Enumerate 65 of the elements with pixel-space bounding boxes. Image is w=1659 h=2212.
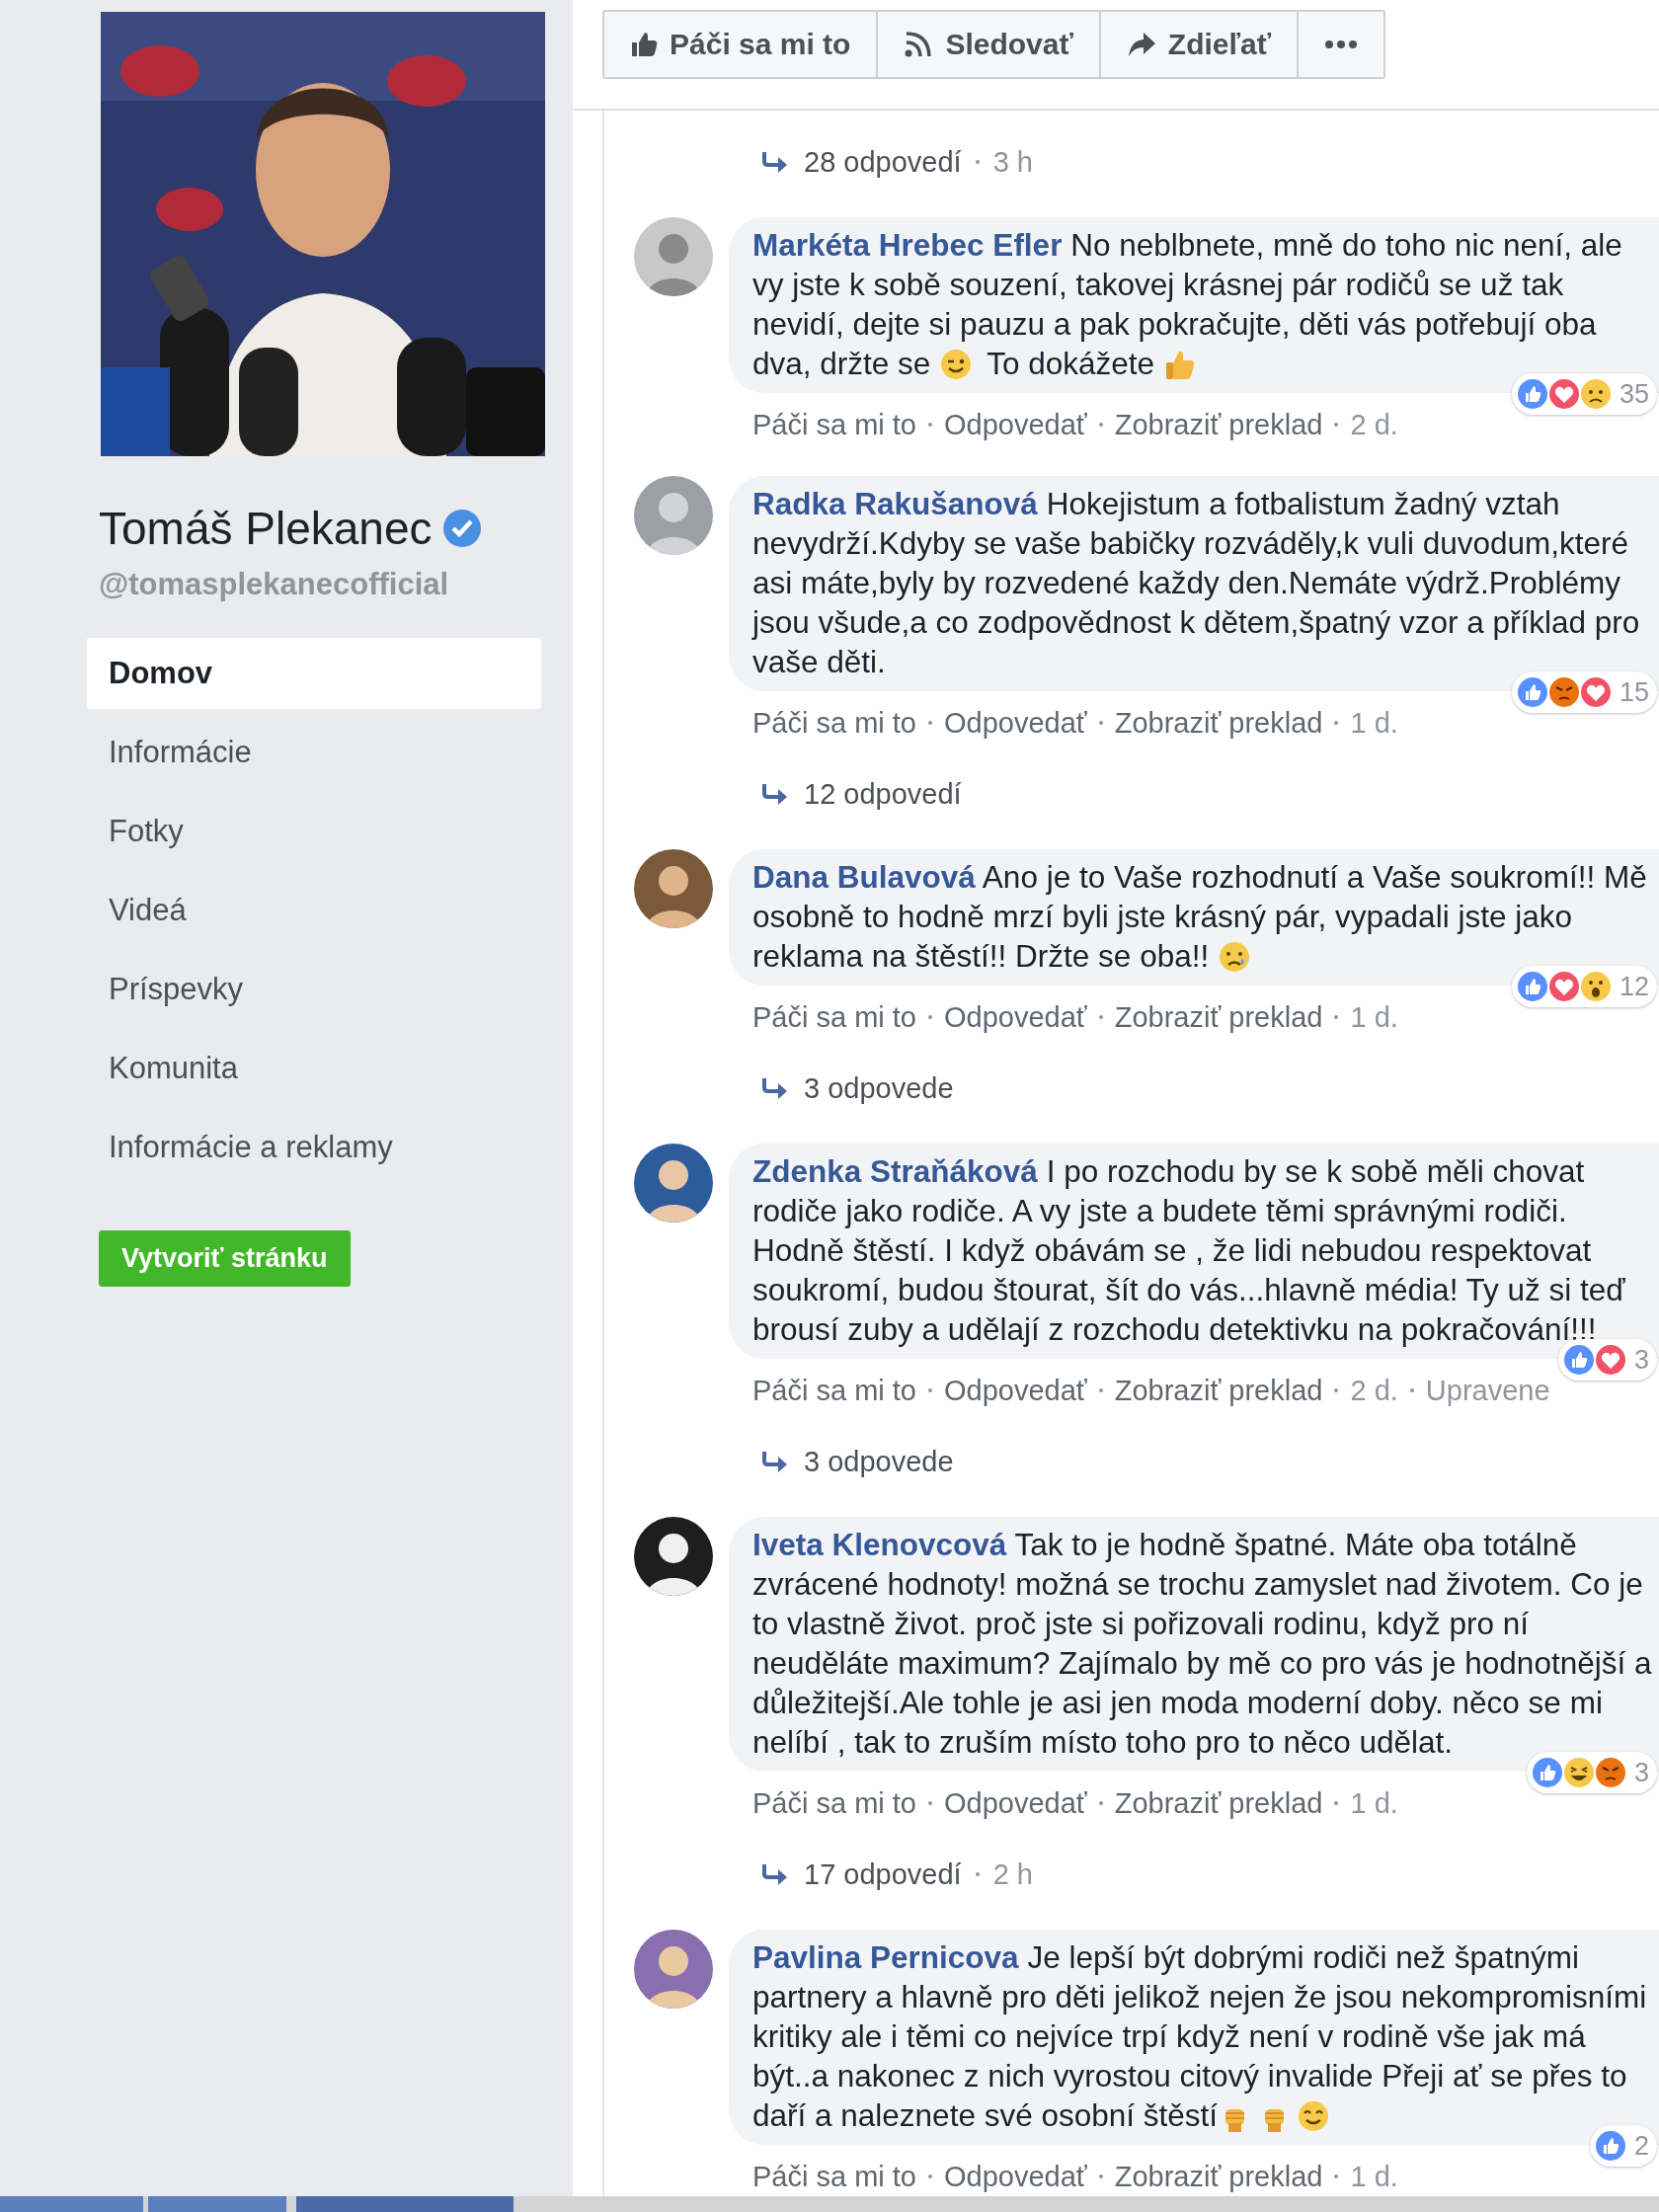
comment-time: 2 d. <box>1350 1375 1398 1406</box>
comment-time: 1 d. <box>1350 707 1398 739</box>
crying-face-icon <box>1217 940 1251 974</box>
author-link[interactable]: Zdenka Straňáková <box>752 1153 1038 1189</box>
translate-link[interactable]: Zobraziť preklad <box>1114 1787 1323 1819</box>
rss-icon <box>904 31 934 58</box>
replies-link[interactable]: 17 odpovedí <box>804 1857 962 1891</box>
edited-label: Upravene <box>1425 1375 1550 1406</box>
author-link[interactable]: Pavlina Pernicova <box>752 1939 1019 1975</box>
replies-link[interactable]: 28 odpovedí <box>804 145 962 179</box>
author-link[interactable]: Markéta Hrebec Efler <box>752 227 1063 263</box>
more-button[interactable] <box>1297 10 1386 79</box>
share-arrow-icon <box>1126 31 1156 58</box>
author-link[interactable]: Radka Rakušanová <box>752 486 1038 521</box>
comment-time: 1 d. <box>1350 2161 1398 2192</box>
translate-link[interactable]: Zobraziť preklad <box>1114 409 1323 440</box>
reactions-badge[interactable]: 2 <box>1589 2125 1657 2167</box>
like-link[interactable]: Páči sa mi to <box>752 1001 916 1033</box>
reactions-badge[interactable]: 35 <box>1511 373 1657 415</box>
author-link[interactable]: Dana Bulavová <box>752 859 976 895</box>
follow-button[interactable]: Sledovať <box>876 10 1101 79</box>
nav-item[interactable]: Fotky <box>87 796 541 867</box>
reactions-badge[interactable]: 12 <box>1511 966 1657 1007</box>
replies-link[interactable]: 3 odpovede <box>804 1071 954 1105</box>
reactions-badge[interactable]: 3 <box>1557 1339 1657 1381</box>
reply-link[interactable]: Odpovedať <box>944 707 1087 739</box>
comment-time: 1 d. <box>1350 1001 1398 1033</box>
reply-link[interactable]: Odpovedať <box>944 1787 1087 1819</box>
reply-link[interactable]: Odpovedať <box>944 1375 1087 1406</box>
like-button[interactable]: Páči sa mi to <box>602 10 879 79</box>
nav-item[interactable]: Domov <box>87 638 541 709</box>
like-link[interactable]: Páči sa mi to <box>752 1375 916 1406</box>
nav-item[interactable]: Videá <box>87 875 541 946</box>
replies-link[interactable]: 12 odpovedí <box>804 777 962 811</box>
like-link[interactable]: Páči sa mi to <box>752 2161 916 2192</box>
like-link[interactable]: Páči sa mi to <box>752 1787 916 1819</box>
page-handle: @tomasplekanecofficial <box>99 567 450 602</box>
comment-time: 2 d. <box>1350 409 1398 440</box>
winking-face-icon <box>939 348 974 381</box>
translate-link[interactable]: Zobraziť preklad <box>1114 2161 1323 2192</box>
replies-link[interactable]: 3 odpovede <box>804 1445 954 1478</box>
reply-link[interactable]: Odpovedať <box>944 1001 1087 1033</box>
reply-link[interactable]: Odpovedať <box>944 2161 1087 2192</box>
reactions-badge[interactable]: 15 <box>1511 672 1657 713</box>
reactions-badge[interactable]: 3 <box>1526 1752 1657 1793</box>
thumbs-up-icon <box>630 31 658 58</box>
reaction-count: 3 <box>1633 1344 1649 1376</box>
translate-link[interactable]: Zobraziť preklad <box>1114 707 1323 739</box>
author-link[interactable]: Iveta Klenovcová <box>752 1527 1007 1562</box>
nav-item[interactable]: Informácie a reklamy <box>87 1112 541 1183</box>
smiling-face-icon <box>1297 2099 1331 2133</box>
like-link[interactable]: Páči sa mi to <box>752 409 916 440</box>
nav-item[interactable]: Príspevky <box>87 954 541 1025</box>
like-link[interactable]: Páči sa mi to <box>752 707 916 739</box>
reply-time: 3 h <box>992 145 1033 179</box>
translate-link[interactable]: Zobraziť preklad <box>1114 1375 1323 1406</box>
page-name: Tomáš Plekanec <box>99 502 433 555</box>
nav-item[interactable]: Komunita <box>87 1033 541 1104</box>
translate-link[interactable]: Zobraziť preklad <box>1114 1001 1323 1033</box>
nav-item[interactable]: Informácie <box>87 717 541 788</box>
reply-link[interactable]: Odpovedať <box>944 409 1087 440</box>
reply-time: 2 h <box>992 1857 1033 1891</box>
comment-time: 1 d. <box>1350 1787 1398 1819</box>
share-button[interactable]: Zdieľať <box>1098 10 1300 79</box>
more-icon <box>1324 40 1359 49</box>
